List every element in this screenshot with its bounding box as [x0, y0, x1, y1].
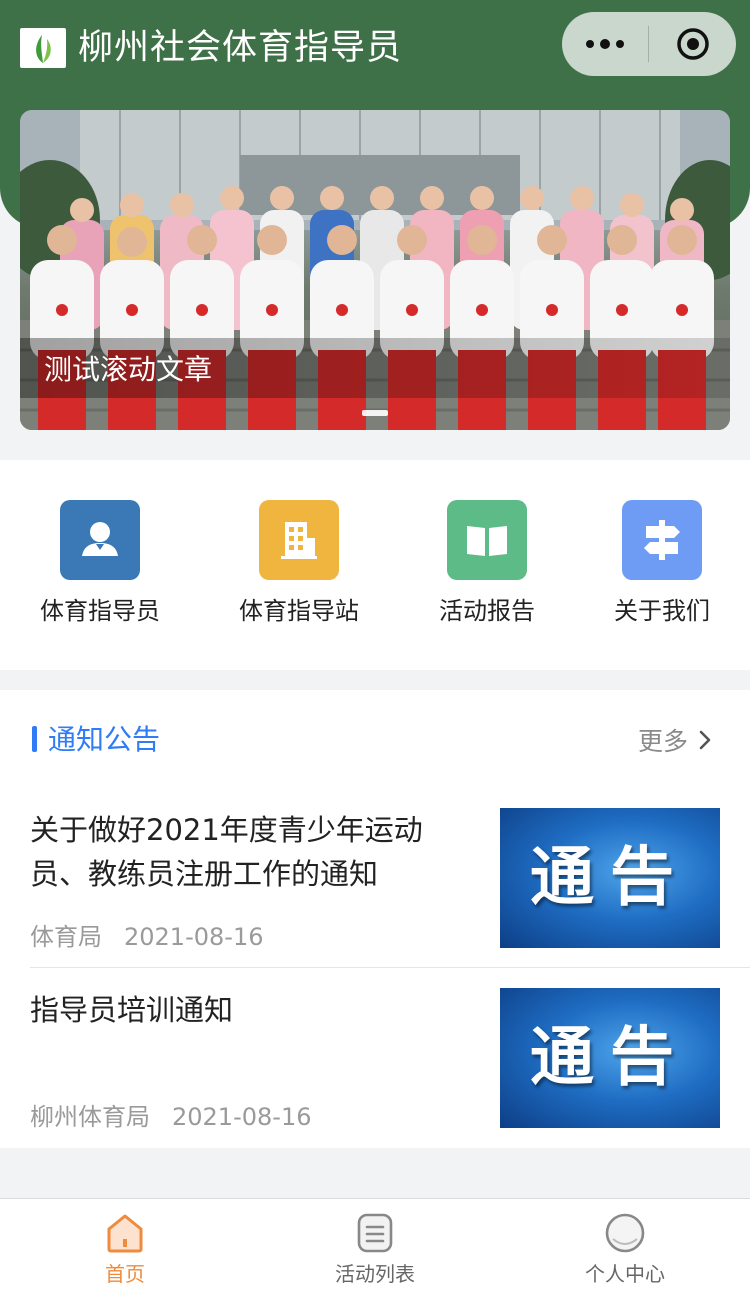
menu-label: 体育指导站: [239, 597, 359, 625]
mini-program-capsule: [562, 12, 736, 76]
target-circle-icon[interactable]: [649, 12, 736, 76]
leaf-logo-icon: [36, 35, 51, 63]
notice-section: 通知公告 更多 关于做好2021年度青少年运动员、教练员注册工作的通知 体育局 …: [0, 690, 750, 1148]
notice-source: 体育局: [30, 923, 102, 951]
home-icon: [107, 1214, 143, 1253]
tab-label: 首页: [105, 1262, 145, 1286]
menu-label: 活动报告: [439, 597, 535, 625]
notice-item[interactable]: 关于做好2021年度青少年运动员、教练员注册工作的通知 体育局 2021-08-…: [30, 808, 750, 988]
menu-item-about[interactable]: 关于我们: [572, 500, 750, 640]
thumbnail-text: 通告: [530, 1020, 690, 1095]
notice-meta: 体育局 2021-08-16: [30, 920, 263, 954]
bottom-tab-bar: 首页 活动列表 个人中心: [0, 1198, 750, 1294]
tab-profile[interactable]: 个人中心: [500, 1199, 750, 1294]
menu-item-station[interactable]: 体育指导站: [209, 500, 389, 640]
quick-menu: 体育指导员 体育指导站 活动报告 关于我们: [0, 460, 750, 670]
profile-icon: [605, 1213, 645, 1253]
book-icon: [447, 500, 527, 580]
banner-indicator-active[interactable]: [362, 410, 388, 416]
person-icon: [60, 500, 140, 580]
more-label: 更多: [638, 727, 689, 756]
menu-label: 体育指导员: [40, 597, 160, 625]
more-dots-icon[interactable]: [562, 12, 648, 76]
banner-caption: 测试滚动文章: [44, 353, 213, 386]
menu-label: 关于我们: [614, 597, 710, 625]
chevron-right-icon: [699, 730, 711, 750]
signpost-icon: [622, 500, 702, 580]
tab-label: 个人中心: [585, 1262, 665, 1286]
notice-item[interactable]: 指导员培训通知 柳州体育局 2021-08-16 通告: [30, 988, 750, 1168]
more-link[interactable]: 更多: [638, 720, 712, 760]
divider: [30, 967, 750, 968]
section-title: 通知公告: [48, 723, 161, 756]
thumbnail-text: 通告: [530, 840, 690, 915]
list-icon: [357, 1213, 393, 1253]
app-title: 柳州社会体育指导员: [78, 28, 403, 68]
notice-date: 2021-08-16: [124, 923, 264, 951]
notice-date: 2021-08-16: [172, 1103, 312, 1131]
tab-label: 活动列表: [335, 1262, 415, 1286]
tab-home[interactable]: 首页: [0, 1199, 250, 1294]
menu-item-report[interactable]: 活动报告: [397, 500, 577, 640]
notice-title: 关于做好2021年度青少年运动员、教练员注册工作的通知: [30, 813, 423, 891]
notice-thumbnail: 通告: [500, 808, 720, 948]
notice-meta: 柳州体育局 2021-08-16: [30, 1100, 311, 1134]
notice-title: 指导员培训通知: [30, 993, 234, 1027]
notice-thumbnail: 通告: [500, 988, 720, 1128]
menu-item-instructor[interactable]: 体育指导员: [10, 500, 190, 640]
banner-carousel[interactable]: 测试滚动文章: [20, 110, 730, 430]
building-icon: [259, 500, 339, 580]
app-logo: [20, 28, 66, 68]
section-accent-bar: [32, 726, 37, 752]
tab-activity-list[interactable]: 活动列表: [250, 1199, 500, 1294]
notice-source: 柳州体育局: [30, 1103, 150, 1131]
